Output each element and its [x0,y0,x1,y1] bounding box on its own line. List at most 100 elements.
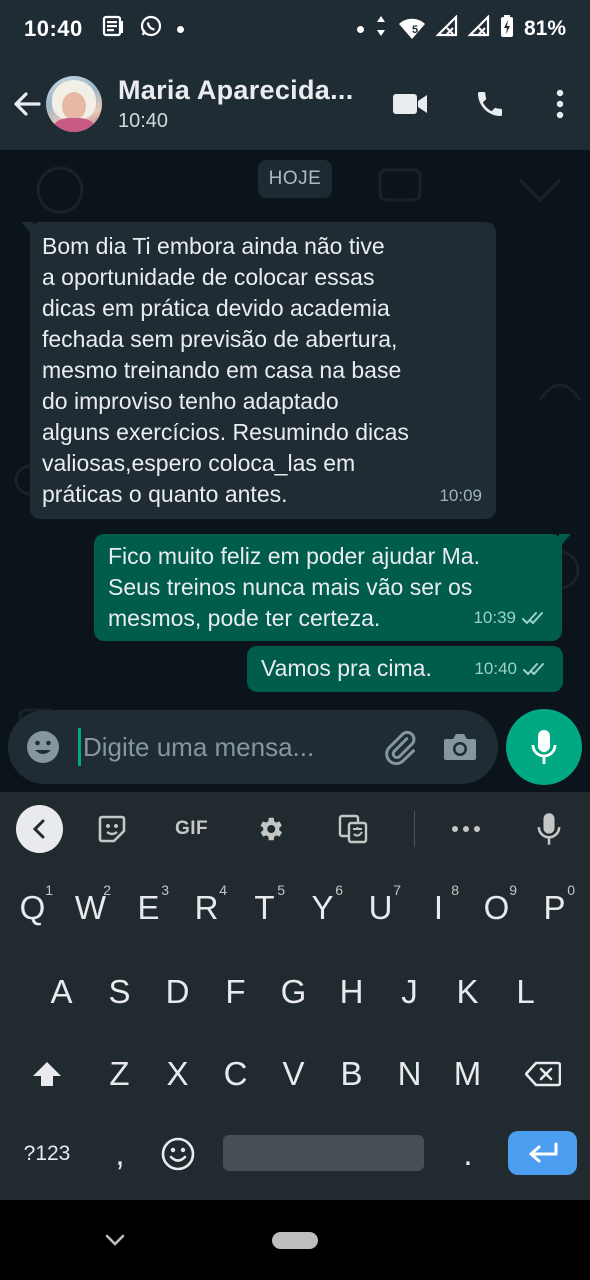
attach-button[interactable] [370,710,430,784]
chevron-down-icon [105,1234,125,1246]
voice-message-button[interactable] [506,709,582,785]
key-o[interactable]: O9 [468,872,525,944]
hide-keyboard-button[interactable] [100,1222,130,1258]
status-time: 10:40 [24,16,83,41]
key-f[interactable]: F [207,956,264,1028]
message-outgoing[interactable]: Fico muito feliz em poder ajudar Ma. Seu… [94,534,571,641]
date-separator: HOJE [258,160,332,198]
news-icon [101,14,125,44]
key-i[interactable]: I8 [410,872,467,944]
key-w[interactable]: W2 [62,872,119,944]
translate-icon [338,814,368,844]
message-time: 10:40 [474,659,517,678]
message-outgoing[interactable]: Vamos pra cima. 10:40 [247,646,563,692]
keyboard-collapse-button[interactable] [16,805,63,853]
wifi-icon: 5 [398,17,426,41]
more-horiz-icon [452,826,481,832]
last-seen: 10:40 [118,110,169,132]
key-k[interactable]: K [439,956,496,1028]
attach-icon [385,730,416,765]
key-p[interactable]: P0 [526,872,583,944]
enter-key[interactable] [508,1131,577,1175]
contact-info[interactable]: Maria Aparecida... 10:40 [118,75,368,133]
key-s[interactable]: S [91,956,148,1028]
key-z[interactable]: Z [91,1038,148,1110]
key-y[interactable]: Y6 [294,872,351,944]
message-composer: Digite uma mensa... [8,710,498,784]
key-x[interactable]: X [149,1038,206,1110]
voice-call-button[interactable] [450,58,530,150]
back-button[interactable] [2,58,52,150]
alarm-dot [356,25,364,33]
key-a[interactable]: A [33,956,90,1028]
key-q[interactable]: Q1 [4,872,61,944]
key-t[interactable]: T5 [236,872,293,944]
key-m[interactable]: M [439,1038,496,1110]
more-vert-icon [556,89,564,119]
key-u[interactable]: U7 [352,872,409,944]
shift-key[interactable] [14,1038,80,1110]
key-row-2: A S D F G H J K L [0,956,590,1036]
key-l[interactable]: L [497,956,554,1028]
key-j[interactable]: J [381,956,438,1028]
message-time: 10:09 [439,486,482,505]
message-input[interactable]: Digite uma mensa... [78,710,370,784]
video-call-button[interactable] [370,58,450,150]
gif-button[interactable]: GIF [145,792,238,866]
key-d[interactable]: D [149,956,206,1028]
chevron-left-icon [33,819,45,839]
status-bar: 10:40 5 81% [0,0,590,58]
key-g[interactable]: G [265,956,322,1028]
sticker-icon [98,815,126,843]
voice-typing-button[interactable] [508,792,590,866]
emoji-key[interactable] [150,1118,206,1190]
space-key[interactable] [223,1135,424,1171]
avatar[interactable] [46,76,102,132]
keyboard-settings-button[interactable] [238,792,302,866]
backspace-key[interactable] [508,1038,578,1110]
whatsapp-icon [139,14,163,44]
chat-header: Maria Aparecida... 10:40 [0,58,590,150]
key-h[interactable]: H [323,956,380,1028]
key-e[interactable]: E3 [120,872,177,944]
key-n[interactable]: N [381,1038,438,1110]
voice-input-icon [537,813,561,845]
emoji-button[interactable] [8,710,78,784]
home-gesture-pill[interactable] [272,1232,318,1249]
key-row-3: Z X C V B N M [0,1038,590,1118]
translate-button[interactable] [302,792,403,866]
mic-icon [531,730,557,764]
signal-icon [435,14,458,43]
key-r[interactable]: R4 [178,872,235,944]
gif-icon: GIF [174,818,209,839]
key-v[interactable]: V [265,1038,322,1110]
message-text: Bom dia Ti embora ainda não tive a oport… [42,233,409,507]
back-arrow-icon [14,92,41,116]
key-b[interactable]: B [323,1038,380,1110]
message-time: 10:39 [473,608,516,627]
signal-icon [467,14,490,43]
enter-icon [529,1142,557,1163]
double-check-icon [523,662,544,675]
period-key[interactable]: . [440,1118,496,1190]
video-call-icon [393,94,427,114]
contact-name: Maria Aparecida... [118,75,354,105]
message-incoming[interactable]: Bom dia Ti embora ainda não tive a oport… [21,222,496,519]
more-tools-button[interactable] [425,792,509,866]
camera-icon [444,734,476,760]
double-check-icon [522,611,543,624]
message-list[interactable]: HOJE Bom dia Ti embora ainda não tive a … [0,150,590,792]
notification-dot [176,25,184,33]
comma-key[interactable]: , [92,1118,148,1190]
backspace-icon [525,1061,561,1087]
emoji-icon [161,1137,195,1171]
camera-button[interactable] [430,710,490,784]
more-options-button[interactable] [530,58,590,150]
key-c[interactable]: C [207,1038,264,1110]
phone-call-icon [478,92,502,116]
shift-icon [33,1062,61,1086]
emoji-icon [27,731,59,763]
sticker-button[interactable] [79,792,145,866]
symbols-key[interactable]: ?123 [4,1118,90,1190]
message-input-placeholder: Digite uma mensa... [83,731,315,762]
